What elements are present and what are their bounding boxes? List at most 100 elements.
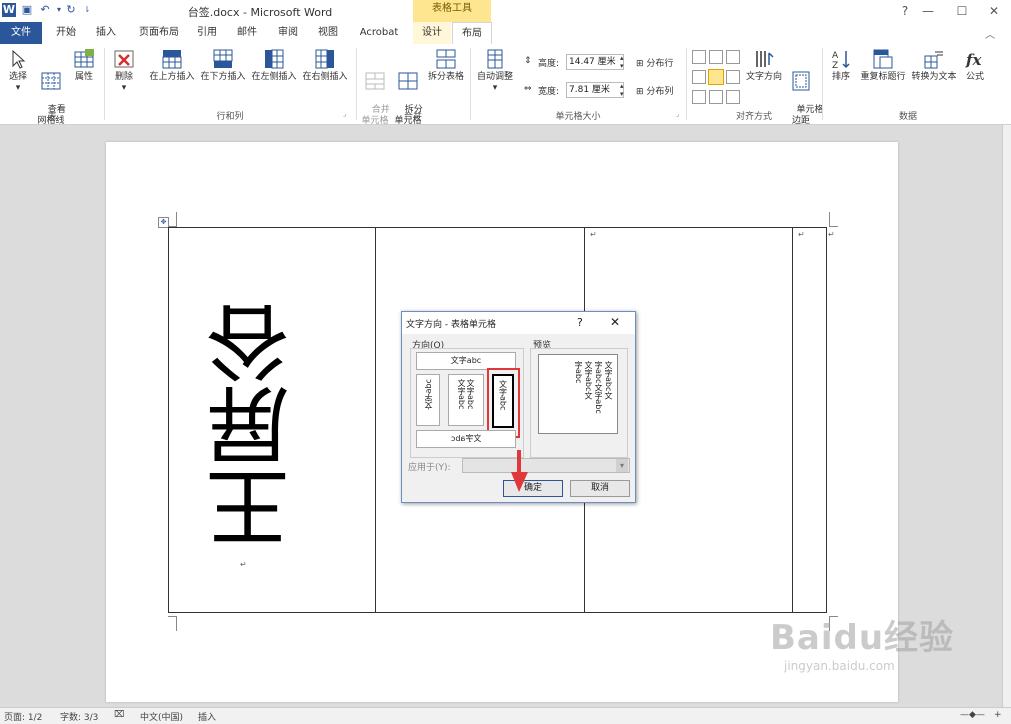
convert-to-text-button[interactable]: 转换为文本 (910, 48, 958, 83)
distribute-rows-button[interactable]: ⊞ 分布行 (636, 56, 673, 69)
formula-label: 公式 (965, 72, 984, 82)
table-border-bottom (168, 612, 827, 613)
zoom-slider[interactable]: —◆— (960, 710, 985, 720)
insert-left-button[interactable]: 在左侧插入 (250, 48, 298, 83)
group-label-alignment: 对齐方式 (735, 112, 772, 122)
cell-margins-icon (792, 71, 810, 91)
cell-size-launcher-icon[interactable]: ⌟ (676, 110, 679, 118)
direction-option-rotated[interactable]: 文字abc (416, 374, 440, 426)
cell-text-container: 王屏谷 (205, 280, 326, 550)
margin-mark (829, 212, 838, 227)
row-height-icon: ⇕ (524, 56, 532, 66)
align-top-center-icon[interactable] (709, 50, 723, 64)
align-bottom-left-icon[interactable] (692, 90, 706, 104)
tab-review[interactable]: 审阅 (272, 22, 304, 44)
delete-label: 删除 (114, 72, 133, 82)
split-table-label: 拆分表格 (427, 72, 464, 82)
apply-to-select[interactable]: ▾ (462, 458, 630, 473)
svg-text:fx: fx (965, 51, 982, 69)
direction-option-vertical-stacked[interactable]: 文字abc 文字abc (448, 374, 484, 426)
table-border-top (168, 227, 827, 228)
text-direction-button[interactable]: 文字方向 (744, 48, 784, 83)
align-bottom-center-icon[interactable] (709, 90, 723, 104)
align-bottom-right-icon[interactable] (726, 90, 740, 104)
insert-below-label: 在下方插入 (200, 72, 246, 82)
minimize-icon[interactable]: — (910, 0, 946, 22)
align-middle-center-icon[interactable] (708, 69, 724, 85)
split-table-button[interactable]: 拆分表格 (426, 48, 466, 83)
align-middle-left-icon[interactable] (692, 70, 706, 84)
dialog-help-icon[interactable]: ? (577, 316, 583, 329)
tab-insert[interactable]: 插入 (90, 22, 122, 44)
sort-button[interactable]: AZ 排序 (828, 48, 854, 83)
width-input[interactable]: 7.81 厘米 (566, 82, 624, 98)
autofit-button[interactable]: 自动调整 ▾ (474, 48, 516, 94)
tab-home[interactable]: 开始 (50, 22, 82, 44)
distribute-rows-label: 分布行 (646, 59, 674, 69)
cancel-button[interactable]: 取消 (570, 480, 630, 497)
insert-left-label: 在左侧插入 (251, 72, 297, 82)
width-label: 宽度: (538, 87, 560, 97)
insert-below-button[interactable]: 在下方插入 (199, 48, 247, 83)
gridlines-icon (41, 72, 61, 90)
insert-right-button[interactable]: 在右侧插入 (301, 48, 349, 83)
height-spinner[interactable]: ▴ ▾ (620, 54, 624, 70)
convert-to-text-label: 转换为文本 (911, 72, 957, 82)
distribute-cols-button[interactable]: ⊞ 分布列 (636, 84, 673, 97)
width-spinner[interactable]: ▴ ▾ (620, 82, 624, 98)
zoom-in-icon[interactable]: + (994, 710, 1002, 720)
align-top-right-icon[interactable] (726, 50, 740, 64)
paragraph-mark: ↵ (590, 230, 597, 239)
dialog-close-icon[interactable]: ✕ (610, 315, 620, 329)
proofing-icon[interactable]: ⌧ (114, 710, 124, 720)
direction-option-vertical-selected[interactable]: 文字abc (492, 374, 514, 428)
formula-button[interactable]: fx 公式 (962, 48, 988, 83)
table-col-line (375, 227, 376, 613)
maximize-icon[interactable]: ☐ (944, 0, 980, 22)
paragraph-mark: ↵ (798, 230, 805, 239)
chevron-down-icon: ▾ (616, 459, 628, 472)
insert-above-button[interactable]: 在上方插入 (148, 48, 196, 83)
dialog-header: 文字方向 - 表格单元格 ? ✕ (402, 312, 635, 334)
annotation-arrow (511, 450, 528, 492)
group-label-table: 表 (47, 112, 57, 122)
preview-line: 文字abc文 (604, 361, 613, 400)
tab-layout[interactable]: 布局 (452, 22, 492, 46)
tab-mailings[interactable]: 邮件 (232, 22, 262, 44)
align-middle-right-icon[interactable] (726, 70, 740, 84)
close-icon[interactable]: ✕ (976, 0, 1011, 22)
group-label-rows-cols: 行和列 (216, 112, 244, 122)
page-count[interactable]: 页面: 1/2 (4, 710, 42, 723)
rotated-cell-text[interactable]: 王屏谷 (205, 280, 303, 550)
title-bar: W ▣ ↶ ▾ ↻ ⇂ 表格工具 台签.docx - Microsoft Wor… (0, 0, 1011, 22)
delete-button[interactable]: 删除 ▾ (110, 48, 138, 94)
repeat-header-button[interactable]: 重复标题行 (858, 48, 908, 83)
tab-file[interactable]: 文件 (0, 22, 42, 44)
tab-page-layout[interactable]: 页面布局 (132, 22, 186, 44)
align-top-left-icon[interactable] (692, 50, 706, 64)
collapse-ribbon-icon[interactable]: ︿ (985, 26, 995, 41)
height-input[interactable]: 14.47 厘米 (566, 54, 624, 70)
word-count[interactable]: 字数: 3/3 (60, 710, 98, 723)
svg-text:Z: Z (832, 61, 838, 70)
sort-az-icon: AZ (832, 51, 850, 70)
vertical-scrollbar[interactable] (1002, 125, 1011, 707)
tab-acrobat[interactable]: Acrobat (354, 22, 404, 44)
direction-option-flipped[interactable]: 文字abc (416, 430, 516, 448)
group-label-cell-size: 单元格大小 (555, 112, 601, 122)
rows-cols-launcher-icon[interactable]: ⌟ (343, 110, 346, 118)
select-button[interactable]: 选择 ▾ (3, 48, 33, 94)
autofit-icon (487, 49, 503, 69)
paragraph-mark: ↵ (240, 560, 247, 569)
language-indicator[interactable]: 中文(中国) (140, 710, 183, 723)
insert-mode[interactable]: 插入 (198, 710, 216, 723)
table-properties-icon (74, 49, 94, 68)
properties-button[interactable]: 属性 (70, 48, 98, 83)
distribute-cols-icon: ⊞ (636, 87, 644, 97)
tab-references[interactable]: 引用 (192, 22, 222, 44)
preview-line: 文字abc文 (584, 361, 593, 400)
baidu-watermark: Baidu经验 jingyan.baidu.com (770, 610, 970, 680)
tab-design[interactable]: 设计 (413, 22, 451, 44)
tab-view[interactable]: 视图 (312, 22, 344, 44)
svg-text:A: A (832, 51, 839, 61)
